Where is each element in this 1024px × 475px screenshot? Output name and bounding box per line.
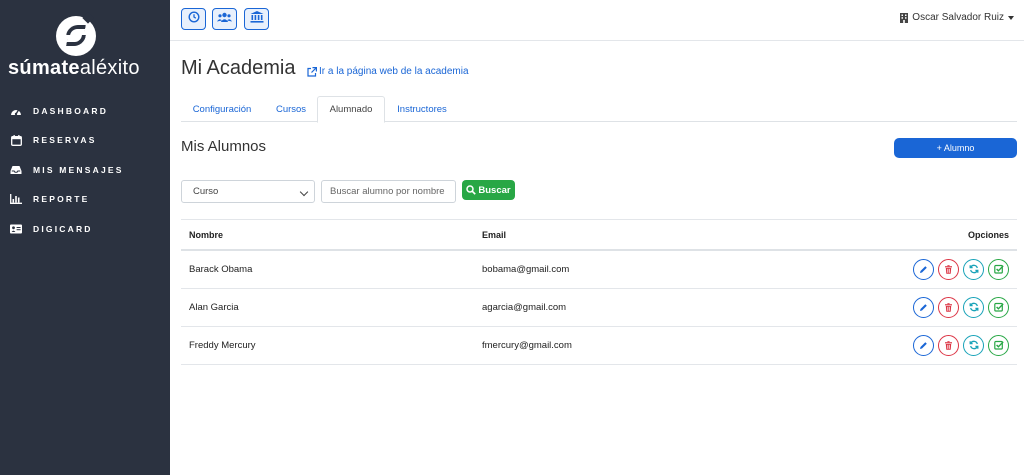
sync-icon <box>969 337 979 355</box>
sidebar-item-dashboard[interactable]: DASHBOARD <box>0 96 170 126</box>
row-options <box>913 259 1009 280</box>
student-email: fmercury@gmail.com <box>482 340 572 351</box>
topbar: Oscar Salvador Ruiz <box>170 0 1024 41</box>
approve-button[interactable] <box>988 259 1009 280</box>
delete-button[interactable] <box>938 259 959 280</box>
column-header-name: Nombre <box>189 230 224 240</box>
page-title: Mi Academia <box>181 57 296 79</box>
academy-website-link-label: Ir a la página web de la academia <box>319 66 469 77</box>
search-button[interactable]: Buscar <box>462 180 515 200</box>
student-search-input[interactable] <box>321 180 456 203</box>
edit-button[interactable] <box>913 259 934 280</box>
sidebar-item-label: RESERVAS <box>33 135 97 146</box>
pencil-icon <box>919 261 928 279</box>
external-link-icon <box>307 66 317 77</box>
student-name: Freddy Mercury <box>189 340 256 351</box>
search-icon <box>466 185 477 195</box>
add-student-button[interactable]: + Alumno <box>894 138 1017 158</box>
tab-configuracion[interactable]: Configuración <box>181 96 263 122</box>
row-options <box>913 335 1009 356</box>
brand-logo[interactable]: súmatealéxito <box>0 12 170 84</box>
sync-icon <box>969 261 979 279</box>
check-square-icon <box>993 337 1004 355</box>
users-icon <box>217 10 232 28</box>
student-email: agarcia@gmail.com <box>482 302 567 313</box>
section-title: Mis Alumnos <box>181 138 267 155</box>
logo-mark-icon <box>56 12 96 56</box>
sync-button[interactable] <box>963 297 984 318</box>
trash-icon <box>944 299 953 317</box>
approve-button[interactable] <box>988 297 1009 318</box>
course-select-value: Curso <box>193 186 219 197</box>
column-header-email: Email <box>482 230 507 240</box>
trash-icon <box>944 261 953 279</box>
trash-icon <box>944 337 953 355</box>
edit-button[interactable] <box>913 335 934 356</box>
table-row: Freddy Mercury fmercury@gmail.com <box>181 327 1017 365</box>
check-square-icon <box>993 261 1004 279</box>
main-content: Mi Academia Ir a la página web de la aca… <box>170 41 1024 475</box>
column-header-options: Opciones <box>967 230 1009 240</box>
course-select[interactable]: Curso <box>181 180 315 203</box>
sync-button[interactable] <box>963 335 984 356</box>
student-email: bobama@gmail.com <box>482 264 570 275</box>
dashboard-icon <box>9 104 23 118</box>
inbox-icon <box>9 163 23 177</box>
student-name: Barack Obama <box>189 264 253 275</box>
building-icon <box>900 12 909 23</box>
check-square-icon <box>993 299 1004 317</box>
academy-website-link[interactable]: Ir a la página web de la academia <box>307 66 469 77</box>
user-menu[interactable]: Oscar Salvador Ruiz <box>900 12 1014 23</box>
caret-down-icon <box>1008 15 1014 20</box>
pencil-icon <box>919 299 928 317</box>
sidebar-nav: DASHBOARD RESERVAS MIS MENSAJES REPORTE … <box>0 96 170 244</box>
bar-chart-icon <box>9 192 23 206</box>
clock-button[interactable] <box>181 8 206 30</box>
students-table: Nombre Email Opciones Barack Obama bobam… <box>181 219 1017 365</box>
sync-icon <box>969 299 979 317</box>
user-name: Oscar Salvador Ruiz <box>912 12 1004 23</box>
institution-icon <box>250 10 264 28</box>
chevron-down-icon <box>299 187 309 197</box>
brand-name-light: aléxito <box>79 57 140 79</box>
edit-button[interactable] <box>913 297 934 318</box>
sidebar-item-reservas[interactable]: RESERVAS <box>0 126 170 156</box>
tab-cursos[interactable]: Cursos <box>265 96 317 122</box>
delete-button[interactable] <box>938 297 959 318</box>
calendar-icon <box>9 133 23 147</box>
clock-icon <box>187 10 200 28</box>
institution-button[interactable] <box>244 8 269 30</box>
pencil-icon <box>919 337 928 355</box>
tabs: Configuración Cursos Alumnado Instructor… <box>181 96 1017 123</box>
brand-name-bold: súmate <box>8 57 80 79</box>
sidebar-item-reporte[interactable]: REPORTE <box>0 185 170 215</box>
brand-name: súmatealéxito <box>8 57 168 80</box>
row-options <box>913 297 1009 318</box>
sidebar-item-digicard[interactable]: DIGICARD <box>0 214 170 244</box>
sidebar-item-label: MIS MENSAJES <box>33 164 124 175</box>
sidebar-item-mis-mensajes[interactable]: MIS MENSAJES <box>0 155 170 185</box>
sidebar-item-label: REPORTE <box>33 194 90 205</box>
table-header: Nombre Email Opciones <box>181 219 1017 251</box>
table-row: Barack Obama bobama@gmail.com <box>181 251 1017 289</box>
delete-button[interactable] <box>938 335 959 356</box>
sidebar-item-label: DASHBOARD <box>33 105 109 116</box>
sidebar-item-label: DIGICARD <box>33 223 93 234</box>
tab-instructores[interactable]: Instructores <box>387 96 457 122</box>
search-button-label: Buscar <box>478 184 511 196</box>
tab-alumnado[interactable]: Alumnado <box>317 96 385 123</box>
table-row: Alan Garcia agarcia@gmail.com <box>181 289 1017 327</box>
sync-button[interactable] <box>963 259 984 280</box>
sidebar: súmatealéxito DASHBOARD RESERVAS MIS MEN… <box>0 0 170 475</box>
student-name: Alan Garcia <box>189 302 239 313</box>
users-button[interactable] <box>212 8 237 30</box>
id-card-icon <box>9 222 23 236</box>
approve-button[interactable] <box>988 335 1009 356</box>
